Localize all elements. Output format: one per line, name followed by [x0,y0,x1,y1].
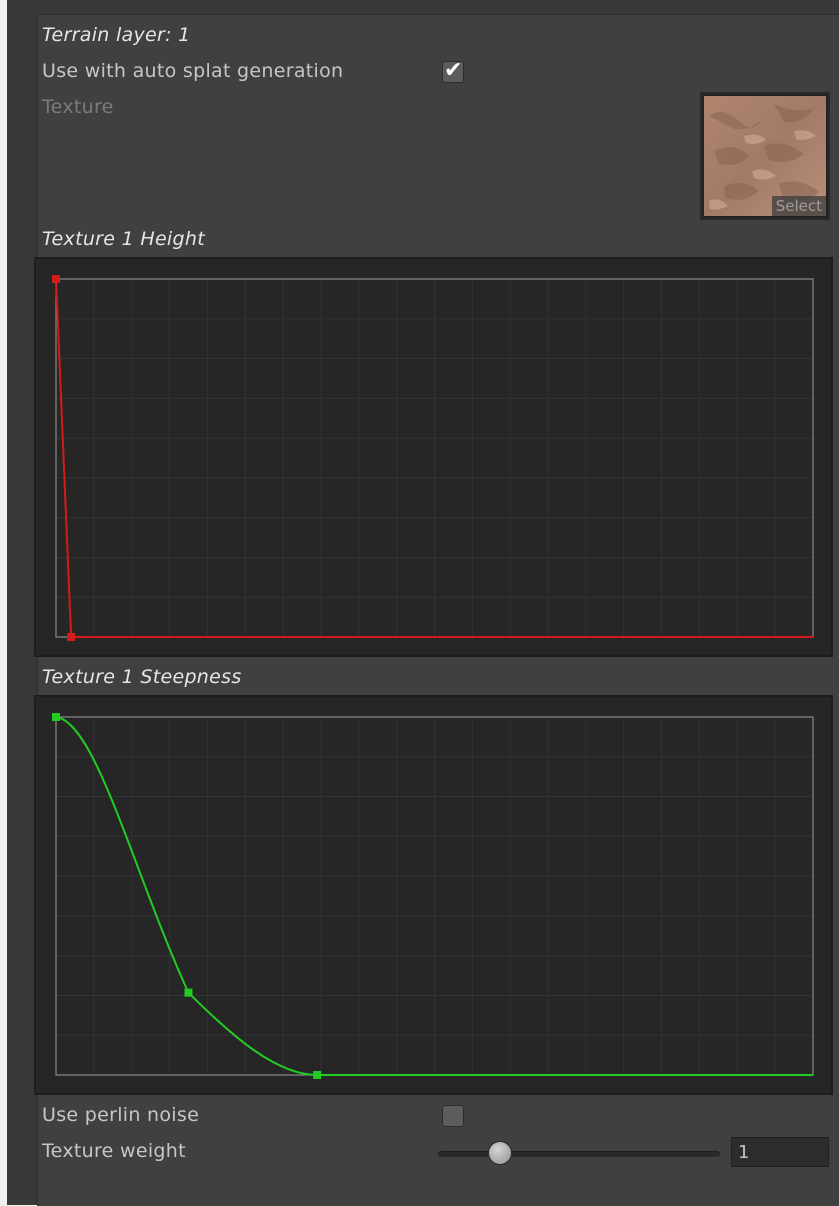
height-key-handle[interactable] [52,275,60,283]
height-key-handle[interactable] [67,633,76,641]
steepness-key-handle[interactable] [52,713,60,721]
perlin-noise-label: Use perlin noise [42,1104,200,1126]
layer-title: Terrain layer: 1 [42,24,191,46]
steepness-curve-editor[interactable] [34,695,833,1095]
steepness-key-handle[interactable] [184,988,193,997]
perlin-noise-checkbox[interactable] [442,1105,464,1127]
steepness-curve-graph[interactable] [36,697,835,1097]
steepness-curve-title: Texture 1 Steepness [42,666,242,688]
height-curve-title: Texture 1 Height [42,228,205,250]
texture-label: Texture [42,96,114,118]
texture-weight-slider-track[interactable] [438,1151,720,1157]
height-curve-editor[interactable] [34,257,833,657]
texture-weight-slider-thumb[interactable] [489,1142,512,1164]
texture-select-button[interactable]: Select [771,196,826,216]
auto-splat-checkbox[interactable]: ✔ [442,58,464,83]
height-curve-graph[interactable] [36,259,835,659]
checkmark-icon: ✔ [444,58,463,83]
steepness-key-handle[interactable] [313,1071,322,1079]
auto-splat-label: Use with auto splat generation [42,60,344,82]
texture-thumbnail[interactable]: Select [700,92,830,220]
texture-weight-label: Texture weight [42,1140,186,1162]
texture-weight-input[interactable] [731,1137,829,1167]
